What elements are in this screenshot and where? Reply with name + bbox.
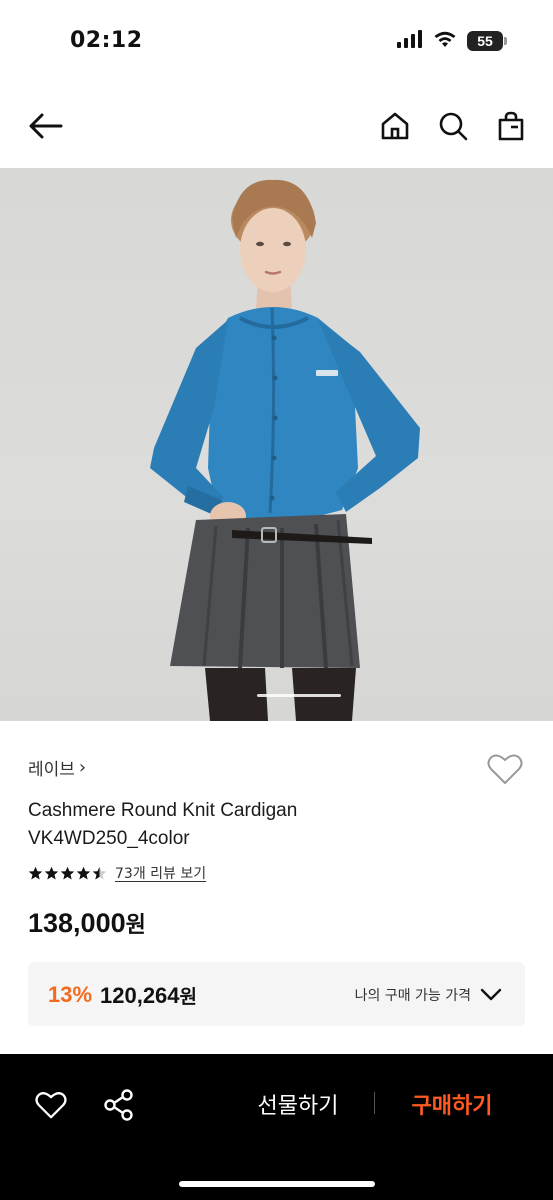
chevron-down-icon	[480, 988, 502, 1001]
discount-price-unit: 원	[179, 986, 198, 1008]
home-indicator	[179, 1181, 375, 1187]
my-price-label: 나의 구매 가능 가격	[354, 988, 471, 1004]
battery-icon: 55	[467, 31, 507, 51]
bottom-action-bar: 선물하기 구매하기	[0, 1054, 553, 1200]
home-button[interactable]	[375, 106, 415, 146]
star-icon	[60, 866, 75, 879]
share-icon	[104, 1089, 133, 1121]
half-star-icon	[92, 866, 107, 879]
cart-button[interactable]	[491, 106, 531, 146]
price-unit: 원	[125, 913, 146, 938]
star-icon	[44, 866, 59, 879]
rating-row: 73개 리뷰 보기	[28, 863, 206, 883]
signal-icon	[397, 30, 423, 52]
wishlist-button[interactable]	[485, 749, 525, 789]
button-divider	[374, 1092, 375, 1114]
shopping-bag-icon	[498, 111, 524, 141]
back-button[interactable]	[26, 106, 66, 146]
heart-icon	[35, 1092, 67, 1119]
search-button[interactable]	[433, 106, 473, 146]
product-title-line2: VK4WD250_4color	[28, 828, 190, 849]
share-button[interactable]	[100, 1086, 138, 1124]
my-price-dropdown[interactable]: 13% 120,264원 나의 구매 가능 가격	[28, 962, 525, 1026]
reviews-link[interactable]: 73개 리뷰 보기	[115, 863, 206, 883]
top-nav-bar	[0, 84, 553, 168]
product-title: Cashmere Round Knit Cardigan VK4WD250_4c…	[28, 797, 468, 853]
product-title-line1: Cashmere Round Knit Cardigan	[28, 800, 298, 821]
star-rating	[28, 866, 107, 881]
heart-icon	[487, 754, 523, 784]
price-number: 138,000	[28, 908, 126, 938]
search-icon	[439, 112, 468, 141]
chevron-right-icon: ›	[78, 757, 87, 778]
original-price: 138,000원	[28, 907, 146, 939]
discount-percent: 13%	[48, 982, 93, 1007]
nav-actions	[375, 106, 531, 146]
brand-name: 레이브	[28, 760, 75, 780]
image-slider-indicator	[257, 694, 341, 697]
brand-link[interactable]: 레이브 ›	[28, 755, 86, 780]
status-icons: 55	[397, 30, 507, 52]
star-icon	[28, 866, 43, 879]
buy-button[interactable]: 구매하기	[392, 1088, 512, 1120]
star-icon	[76, 866, 91, 879]
model-illustration	[150, 179, 420, 721]
back-arrow-icon	[29, 113, 63, 139]
discount-price: 120,264원	[100, 982, 197, 1009]
home-icon	[381, 112, 409, 140]
gift-button[interactable]: 선물하기	[238, 1088, 358, 1120]
discount-price-number: 120,264	[100, 983, 180, 1008]
status-time: 02:12	[70, 28, 143, 53]
product-image[interactable]	[0, 168, 553, 721]
wifi-icon	[433, 30, 457, 52]
product-info: 레이브 › Cashmere Round Knit Cardigan VK4WD…	[0, 721, 553, 1054]
battery-level: 55	[467, 31, 503, 51]
bottom-wishlist-button[interactable]	[32, 1086, 70, 1124]
status-bar: 02:12 55	[0, 0, 553, 84]
